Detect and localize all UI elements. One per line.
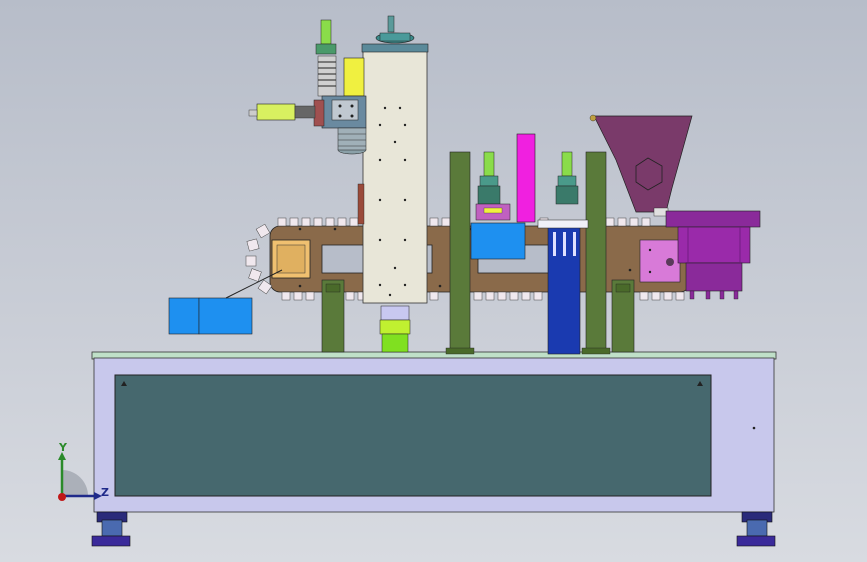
base-screw-right [752,426,756,430]
base-cabinet-panel [114,374,712,497]
blue-block-center [470,222,526,260]
pink-bracket [639,239,681,283]
triad-z-label: Z [101,486,109,499]
pulley-stack [337,127,367,155]
center-column-cap [361,43,429,53]
actuator-b [555,151,579,205]
foot-left [91,511,131,547]
green-post-right [581,151,611,355]
yellow-block [343,57,365,97]
triad-y-label: Y [59,441,67,454]
lower-cylinder [379,305,411,353]
gear-block [313,95,367,129]
foot-right [736,511,776,547]
green-post-center [445,151,475,355]
actuator-a [475,151,511,221]
spring-actuator [315,19,337,97]
side-motor [248,103,316,121]
cad-viewport[interactable]: Y Z [0,0,867,562]
machine-assembly-drawing [58,15,777,547]
green-post-far-right [611,279,635,353]
center-column [362,49,428,304]
brown-strip [357,183,365,225]
triad-origin [58,493,66,501]
blue-block-left-a [168,297,200,335]
pink-bar [516,133,536,223]
blue-block-left-b [198,297,253,335]
handwheel [375,15,415,44]
green-post-left [321,279,345,353]
